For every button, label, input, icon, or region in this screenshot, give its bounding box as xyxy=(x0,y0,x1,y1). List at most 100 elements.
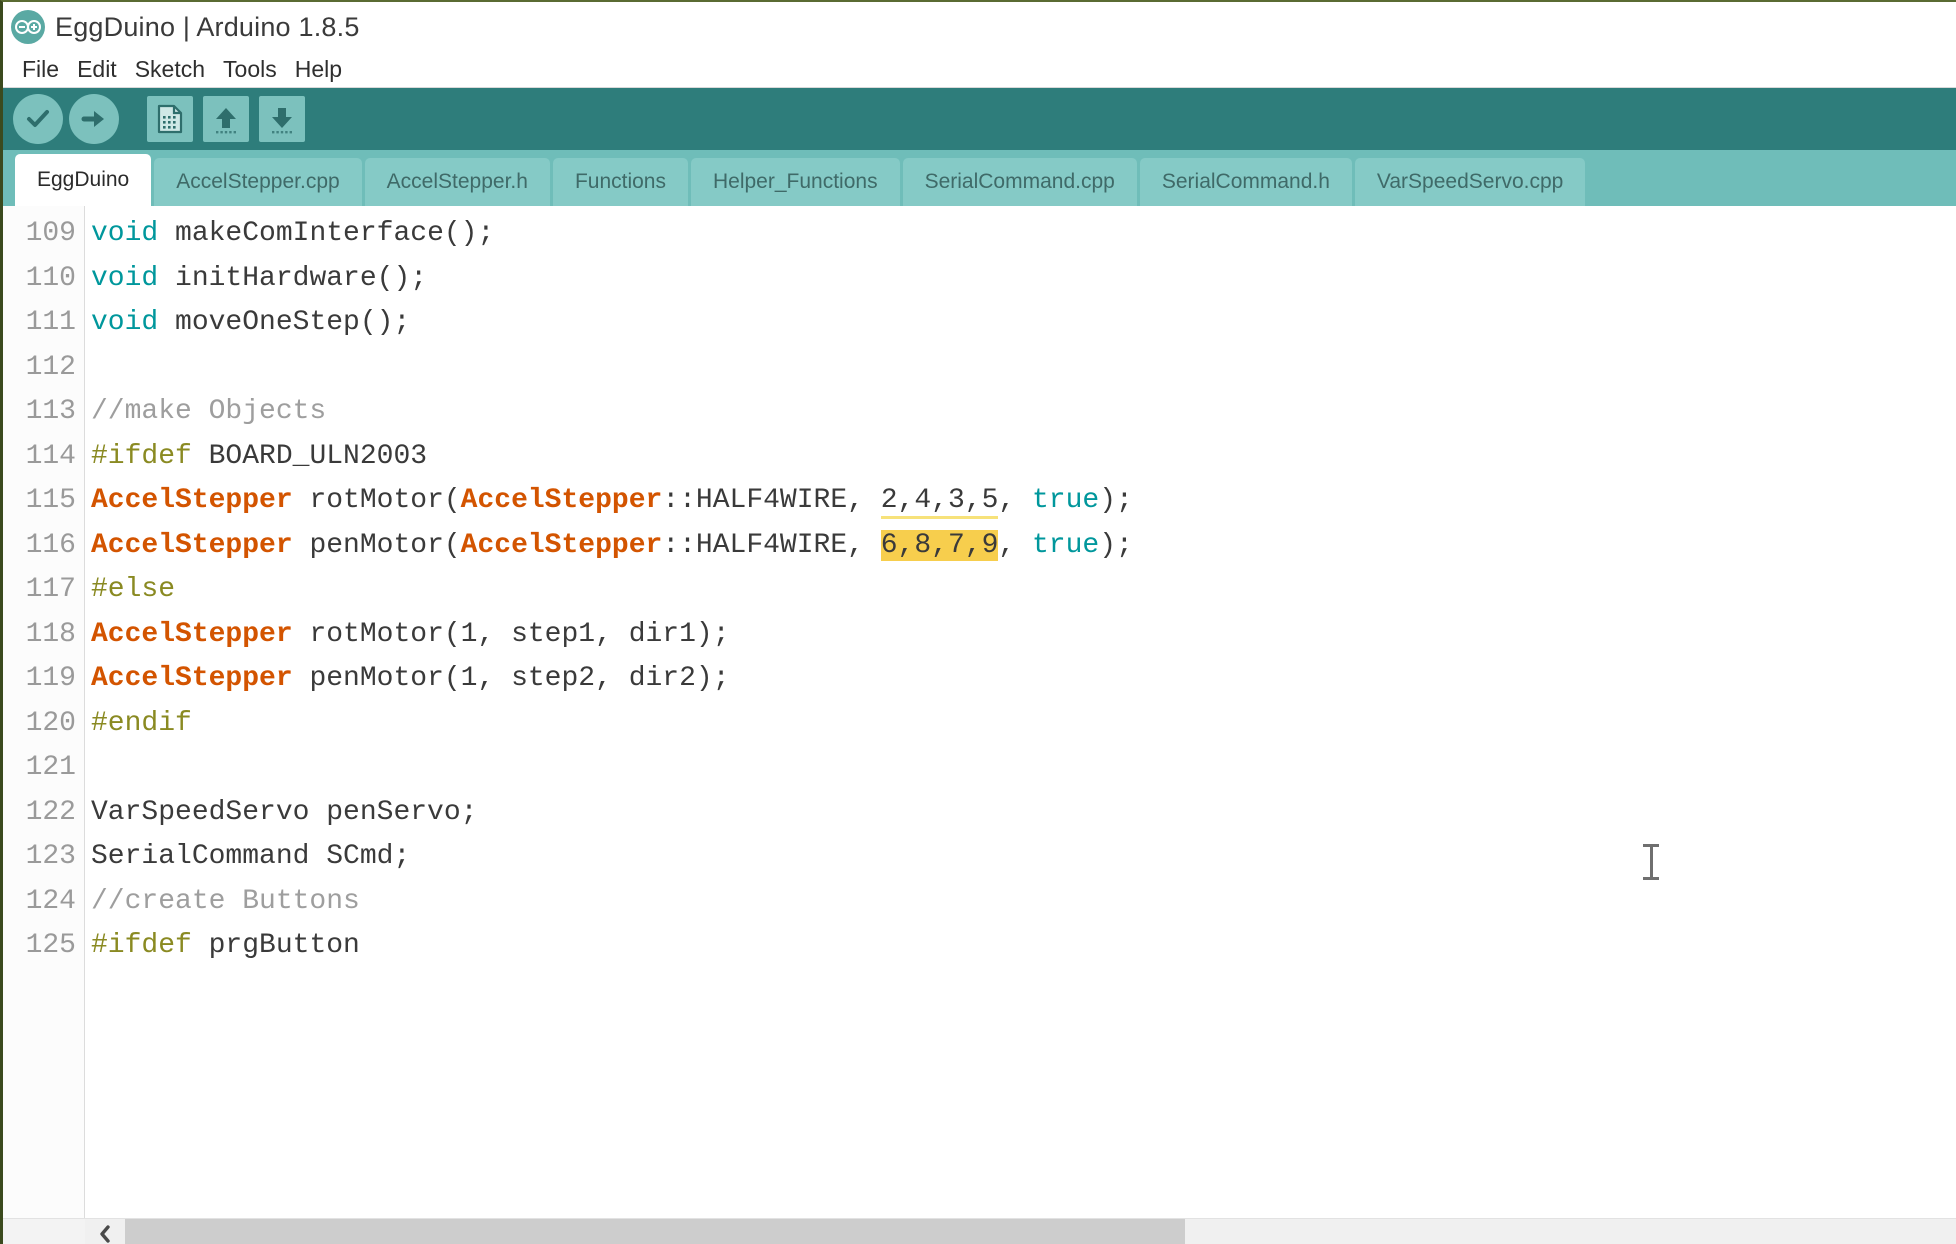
class-accelstepper: AccelStepper xyxy=(91,529,293,561)
keyword-true: true xyxy=(1031,529,1100,561)
tab-eggduino[interactable]: EggDuino xyxy=(15,154,152,206)
line-number: 124 xyxy=(25,885,76,917)
upload-button[interactable] xyxy=(69,94,119,144)
code-line-120: #endif xyxy=(91,702,1956,747)
window-title: EggDuino | Arduino 1.8.5 xyxy=(55,11,360,42)
menu-edit[interactable]: Edit xyxy=(68,56,126,83)
code-text: SerialCommand SCmd; xyxy=(91,841,411,872)
title-bar: EggDuino | Arduino 1.8.5 xyxy=(3,2,1956,52)
tab-varspeedservo-cpp[interactable]: VarSpeedServo.cpp xyxy=(1354,158,1586,206)
menu-tools[interactable]: Tools xyxy=(214,56,286,83)
code-text: penMotor(1, step2, dir2); xyxy=(292,663,730,694)
code-line-119: AccelStepper penMotor(1, step2, dir2); xyxy=(91,657,1956,702)
tab-helper-functions[interactable]: Helper_Functions xyxy=(690,158,900,206)
menu-help[interactable]: Help xyxy=(286,56,351,83)
arduino-ide-window: EggDuino | Arduino 1.8.5 File Edit Sketc… xyxy=(0,0,1956,1244)
verify-button[interactable] xyxy=(13,94,63,144)
preprocessor-ifdef: #ifdef xyxy=(91,440,192,472)
line-number: 125 xyxy=(25,930,76,961)
code-line-122: VarSpeedServo penServo; xyxy=(91,791,1956,836)
keyword-true: true xyxy=(1031,485,1100,516)
tab-functions[interactable]: Functions xyxy=(552,158,688,206)
save-button[interactable] xyxy=(257,94,307,144)
class-accelstepper: AccelStepper xyxy=(460,485,663,516)
sketch-tab-bar: EggDuino AccelStepper.cpp AccelStepper.h… xyxy=(3,150,1956,206)
code-text: , xyxy=(998,485,1032,516)
check-icon xyxy=(24,105,52,133)
scrollbar-gutter-pad xyxy=(3,1219,85,1244)
tab-serialcommand-cpp[interactable]: SerialCommand.cpp xyxy=(902,158,1137,206)
code-text: ::HALF4WIRE, xyxy=(662,529,881,561)
code-text: makeComInterface(); xyxy=(158,218,495,249)
line-number: 119 xyxy=(25,663,76,694)
code-text: moveOneStep(); xyxy=(158,307,411,338)
code-text: , xyxy=(998,529,1032,561)
scroll-left-button[interactable] xyxy=(85,1219,125,1244)
code-text: prgButton xyxy=(191,930,360,961)
arduino-infinity-logo-icon xyxy=(11,10,45,44)
pin-numbers-underlined: 2,4,3,5 xyxy=(880,485,999,519)
line-number: 115 xyxy=(25,485,76,516)
scrollbar-thumb[interactable] xyxy=(125,1219,1185,1244)
code-line-110: void initHardware(); xyxy=(91,257,1956,302)
code-text: ::HALF4WIRE, xyxy=(662,485,881,516)
code-text: BOARD_ULN2003 xyxy=(191,440,428,472)
code-line-115: AccelStepper rotMotor(AccelStepper::HALF… xyxy=(91,479,1956,524)
menu-file[interactable]: File xyxy=(13,56,68,83)
comment-text: //make Objects xyxy=(91,396,327,427)
code-line-109: void makeComInterface(); xyxy=(91,212,1956,257)
code-text: ); xyxy=(1099,485,1133,516)
preprocessor-else: #else xyxy=(91,574,176,605)
code-text: rotMotor( xyxy=(292,485,461,516)
tab-accelstepper-cpp[interactable]: AccelStepper.cpp xyxy=(154,158,362,206)
scrollbar-track[interactable] xyxy=(125,1219,1956,1244)
toolbar xyxy=(3,88,1956,150)
new-document-icon xyxy=(147,96,193,142)
code-editor[interactable]: 109 110 111 112 113 114 115 116 117 118 … xyxy=(3,206,1956,1218)
tab-serialcommand-h[interactable]: SerialCommand.h xyxy=(1139,158,1352,206)
highlighted-pin-numbers: 6,8,7,9 xyxy=(880,529,999,561)
code-line-111: void moveOneStep(); xyxy=(91,301,1956,346)
line-number: 111 xyxy=(25,307,76,338)
line-number: 123 xyxy=(25,841,76,872)
line-number-gutter: 109 110 111 112 113 114 115 116 117 118 … xyxy=(3,206,85,1218)
class-accelstepper: AccelStepper xyxy=(91,618,293,650)
preprocessor-endif: #endif xyxy=(91,707,192,739)
code-text: penMotor( xyxy=(292,529,461,561)
code-line-117: #else xyxy=(91,568,1956,613)
class-accelstepper: AccelStepper xyxy=(460,529,663,561)
preprocessor-ifdef: #ifdef xyxy=(91,930,192,961)
comment-text: //create Buttons xyxy=(91,885,360,917)
line-number: 110 xyxy=(25,262,76,294)
code-line-124: //create Buttons xyxy=(91,880,1956,925)
code-content[interactable]: void makeComInterface(); void initHardwa… xyxy=(85,206,1956,1218)
line-number: 120 xyxy=(25,707,76,739)
arrow-up-icon xyxy=(203,96,249,142)
code-line-125: #ifdef prgButton xyxy=(91,924,1956,969)
new-button[interactable] xyxy=(145,94,195,144)
code-line-123: SerialCommand SCmd; xyxy=(91,835,1956,880)
class-accelstepper: AccelStepper xyxy=(91,485,293,516)
chevron-left-icon xyxy=(97,1224,113,1244)
line-number: 112 xyxy=(25,351,76,383)
menu-sketch[interactable]: Sketch xyxy=(126,56,214,83)
code-text: ); xyxy=(1099,529,1133,561)
line-number: 121 xyxy=(25,752,76,783)
code-line-118: AccelStepper rotMotor(1, step1, dir1); xyxy=(91,613,1956,658)
keyword-void: void xyxy=(91,307,159,338)
line-number: 122 xyxy=(25,796,76,828)
code-text: rotMotor(1, step1, dir1); xyxy=(292,618,730,650)
menu-bar: File Edit Sketch Tools Help xyxy=(3,52,1956,88)
code-line-116: AccelStepper penMotor(AccelStepper::HALF… xyxy=(91,524,1956,569)
line-number: 118 xyxy=(25,618,76,650)
open-button[interactable] xyxy=(201,94,251,144)
line-number: 113 xyxy=(25,396,76,427)
code-text: VarSpeedServo penServo; xyxy=(91,796,478,828)
code-text: initHardware(); xyxy=(158,262,428,294)
horizontal-scrollbar[interactable] xyxy=(3,1218,1956,1244)
keyword-void: void xyxy=(91,218,159,249)
code-line-113: //make Objects xyxy=(91,390,1956,435)
tab-accelstepper-h[interactable]: AccelStepper.h xyxy=(364,158,550,206)
